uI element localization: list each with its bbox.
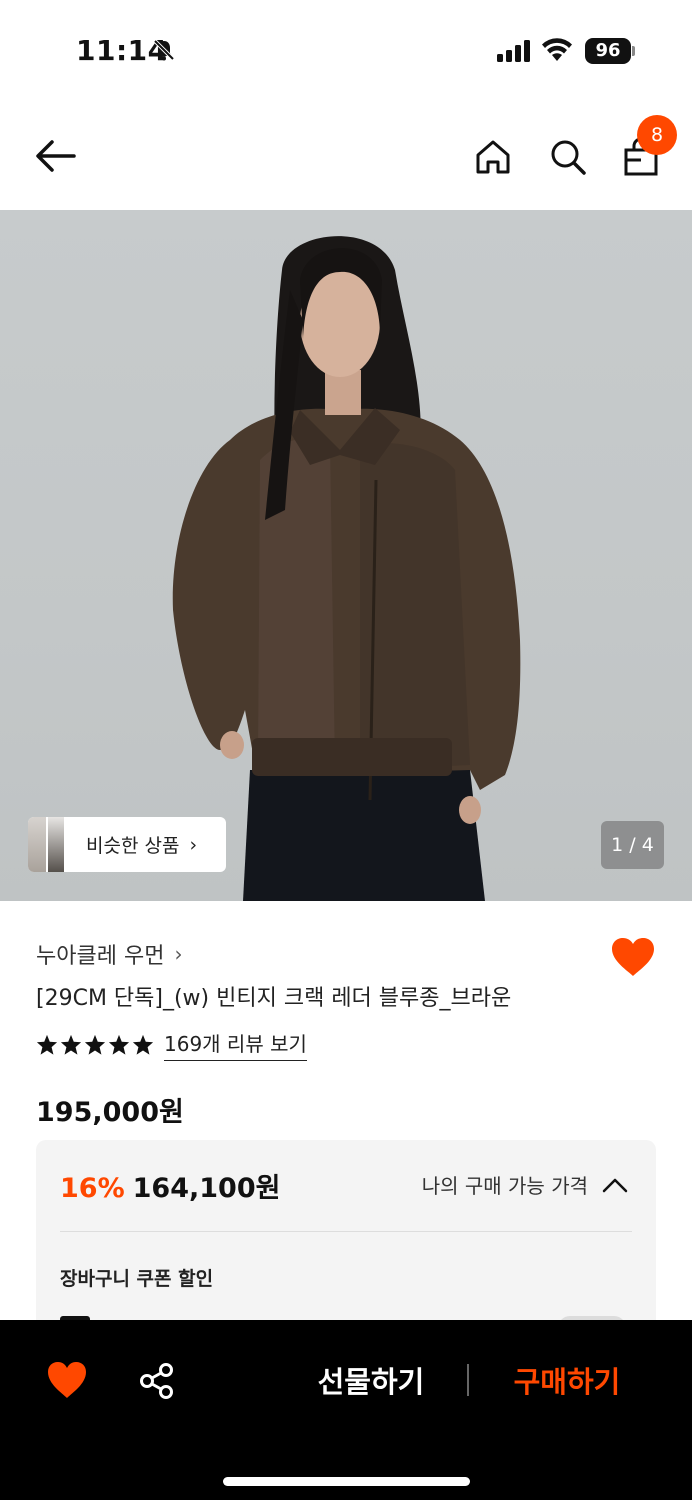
bottom-action-bar: 선물하기 구매하기 — [0, 1320, 692, 1500]
brand-name: 누아클레 우먼 — [36, 944, 165, 969]
similar-products-thumbnail — [28, 817, 64, 872]
home-icon — [476, 140, 510, 174]
top-navbar — [0, 100, 692, 210]
rating-row: 169개 리뷰 보기 — [36, 1028, 307, 1061]
similar-products-label: 비슷한 상품 — [86, 835, 180, 857]
wifi-icon — [542, 38, 572, 61]
my-price-toggle[interactable]: 나의 구매 가능 가격 — [422, 1170, 628, 1199]
my-price-label: 나의 구매 가능 가격 — [421, 1174, 588, 1198]
star-icon — [36, 1034, 58, 1055]
product-photo — [172, 236, 521, 901]
star-icon — [108, 1034, 130, 1055]
discount-rate: 16% — [60, 1173, 125, 1204]
home-indicator — [223, 1477, 470, 1486]
final-price: 164,100원 — [132, 1173, 281, 1204]
price-details-box: 16% 164,100원 나의 구매 가능 가격 장바구니 쿠폰 할인 — [36, 1140, 656, 1340]
product-image-carousel[interactable]: 비슷한 상품 › 1 / 4 — [0, 210, 692, 901]
signal-icon — [497, 40, 530, 62]
heart-icon[interactable] — [46, 1360, 88, 1400]
original-price: 195,000원 — [36, 1097, 184, 1128]
bell-off-icon — [153, 39, 175, 61]
brand-link[interactable]: 누아클레 우먼 › — [36, 938, 182, 970]
star-icon — [132, 1034, 154, 1055]
chevron-right-icon: › — [174, 942, 183, 966]
back-button[interactable] — [30, 130, 82, 182]
similar-products-button[interactable]: 비슷한 상품 › — [28, 817, 226, 872]
status-bar: 11:14 96 — [0, 0, 692, 100]
back-arrow-icon — [36, 140, 76, 172]
battery-tip — [632, 46, 635, 56]
discounted-price-row: 16% 164,100원 — [60, 1166, 280, 1205]
home-button[interactable] — [468, 132, 518, 182]
gift-button[interactable]: 선물하기 — [300, 1350, 442, 1410]
product-title: [29CM 단독]_(w) 빈티지 크랙 레더 블루종_브라운 — [36, 986, 512, 1011]
divider — [60, 1231, 632, 1232]
chevron-up-icon — [602, 1178, 628, 1192]
image-page-indicator: 1 / 4 — [601, 821, 664, 869]
coupon-label: 장바구니 쿠폰 할인 — [60, 1268, 214, 1290]
buy-button[interactable]: 구매하기 — [496, 1350, 638, 1410]
star-icon — [84, 1034, 106, 1055]
search-icon — [551, 140, 586, 175]
cart-count-badge: 8 — [637, 115, 677, 155]
review-link[interactable]: 169개 리뷰 보기 — [164, 1028, 307, 1061]
wishlist-heart-icon[interactable] — [610, 936, 656, 978]
battery-indicator: 96 — [585, 38, 631, 64]
chevron-right-icon: › — [189, 833, 198, 856]
divider — [467, 1364, 469, 1396]
star-icon — [60, 1034, 82, 1055]
share-icon[interactable] — [139, 1362, 175, 1400]
rating-stars — [36, 1034, 154, 1056]
search-button[interactable] — [543, 132, 593, 182]
